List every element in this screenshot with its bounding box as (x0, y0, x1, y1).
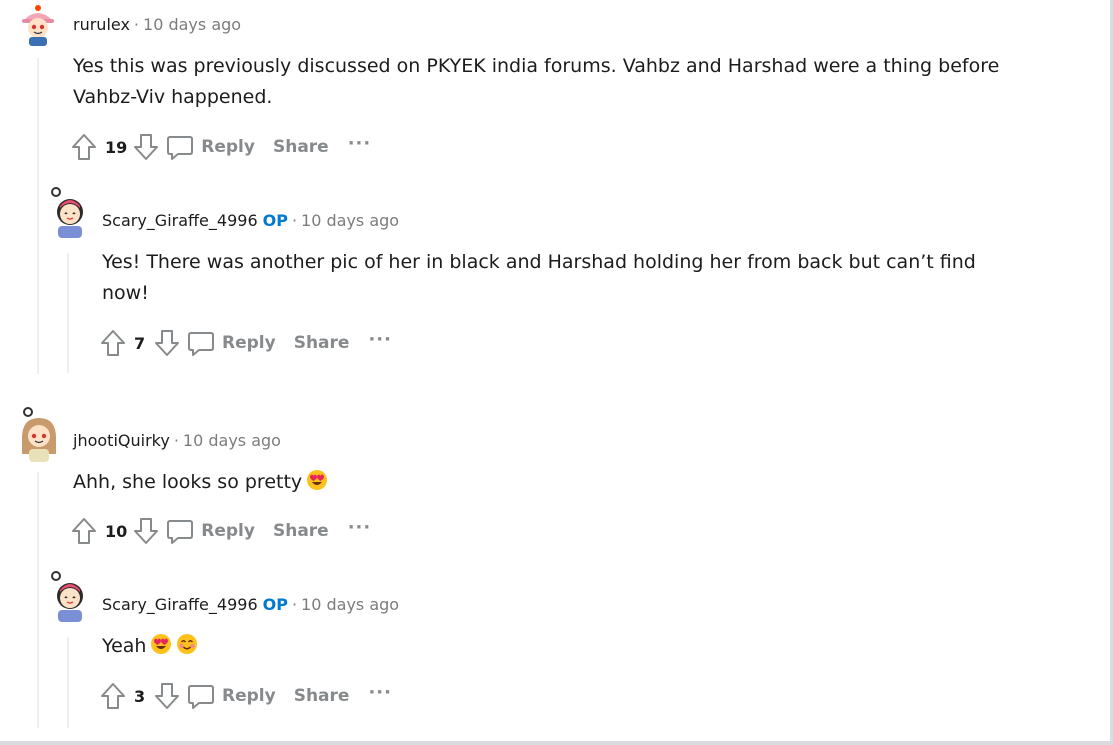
comment-body: Yes! There was another pic of her in bla… (102, 247, 1092, 309)
more-options-icon[interactable]: ··· (338, 517, 382, 538)
timestamp[interactable]: 10 days ago (301, 595, 399, 614)
avatar-image (51, 571, 83, 622)
heart-eyes-emoji (307, 470, 328, 490)
comment-line: Vahbz-Viv happened. (73, 86, 273, 108)
comment-line: Ahh, she looks so pretty (73, 467, 1073, 498)
timestamp[interactable]: 10 days ago (301, 211, 399, 230)
comment-bubble-icon (186, 681, 216, 711)
downvote-icon[interactable] (131, 132, 161, 162)
comment-actions: 3 Reply Share ··· (98, 679, 402, 713)
avatar[interactable] (16, 406, 56, 462)
avatar[interactable] (48, 570, 88, 622)
comment-meta: Scary_Giraffe_4996 OP · 10 days ago (102, 211, 399, 231)
comment-text: Yeah (102, 635, 147, 657)
vote-count: 3 (134, 686, 146, 706)
op-badge: OP (262, 595, 288, 614)
comment-meta: Scary_Giraffe_4996 OP · 10 days ago (102, 595, 399, 615)
avatar-image (22, 407, 56, 462)
timestamp[interactable]: 10 days ago (183, 431, 281, 450)
more-options-icon[interactable]: ··· (338, 133, 382, 154)
comment-actions: 7 Reply Share ··· (98, 326, 402, 360)
more-options-icon[interactable]: ··· (358, 682, 402, 703)
thread-line[interactable] (67, 253, 69, 373)
reply-label: Reply (201, 521, 255, 541)
downvote-icon[interactable] (152, 328, 182, 358)
comment-line: Yes! There was another pic of her in bla… (102, 251, 976, 273)
vote-count: 19 (105, 137, 128, 157)
separator: · (291, 595, 298, 614)
downvote-icon[interactable] (152, 681, 182, 711)
op-badge: OP (262, 211, 288, 230)
comment-meta: rurulex · 10 days ago (73, 15, 241, 35)
thread-line[interactable] (37, 58, 39, 374)
comment-line: Yeah (102, 631, 1092, 662)
comment-bubble-icon (165, 132, 195, 162)
reply-label: Reply (201, 137, 255, 157)
upvote-icon[interactable] (98, 681, 128, 711)
comment-bubble-icon (186, 328, 216, 358)
reply-label: Reply (222, 686, 276, 706)
timestamp[interactable]: 10 days ago (143, 15, 241, 34)
upvote-icon[interactable] (69, 516, 99, 546)
avatar-image (51, 187, 83, 238)
vote-count: 10 (105, 521, 128, 541)
author-name[interactable]: jhootiQuirky (73, 431, 170, 450)
more-options-icon[interactable]: ··· (358, 329, 402, 350)
reply-button[interactable]: Reply (186, 328, 285, 358)
share-button[interactable]: Share (285, 686, 359, 706)
comment-body: Yes this was previously discussed on PKY… (73, 51, 1073, 113)
comment-actions: 19 Reply Share ··· (69, 130, 381, 164)
author-name[interactable]: Scary_Giraffe_4996 (102, 211, 258, 230)
heart-eyes-emoji (151, 634, 172, 654)
comment-line: now! (102, 282, 149, 304)
upvote-icon[interactable] (98, 328, 128, 358)
avatar-image (22, 5, 54, 46)
share-button[interactable]: Share (285, 333, 359, 353)
avatar[interactable] (48, 186, 88, 238)
upvote-icon[interactable] (69, 132, 99, 162)
comment-text: Ahh, she looks so pretty (73, 471, 303, 493)
comment-line: Yes this was previously discussed on PKY… (73, 55, 1000, 77)
author-name[interactable]: Scary_Giraffe_4996 (102, 595, 258, 614)
reply-button[interactable]: Reply (165, 132, 264, 162)
share-button[interactable]: Share (264, 521, 338, 541)
bottom-border (0, 741, 1113, 745)
reply-label: Reply (222, 333, 276, 353)
reply-button[interactable]: Reply (165, 516, 264, 546)
vote-count: 7 (134, 333, 146, 353)
share-button[interactable]: Share (264, 137, 338, 157)
downvote-icon[interactable] (131, 516, 161, 546)
author-name[interactable]: rurulex (73, 15, 130, 34)
comment-meta: jhootiQuirky · 10 days ago (73, 431, 281, 451)
avatar[interactable] (18, 4, 58, 46)
reply-button[interactable]: Reply (186, 681, 285, 711)
comment-actions: 10 Reply Share ··· (69, 514, 381, 548)
thread-line[interactable] (67, 637, 69, 728)
thread-line[interactable] (37, 472, 39, 728)
separator: · (173, 431, 179, 450)
comment-body: Ahh, she looks so pretty (73, 467, 1073, 498)
smiling-blush-emoji (177, 634, 198, 654)
comment-bubble-icon (165, 516, 195, 546)
separator: · (291, 211, 298, 230)
comment-body: Yeah (102, 631, 1092, 662)
separator: · (133, 15, 140, 34)
